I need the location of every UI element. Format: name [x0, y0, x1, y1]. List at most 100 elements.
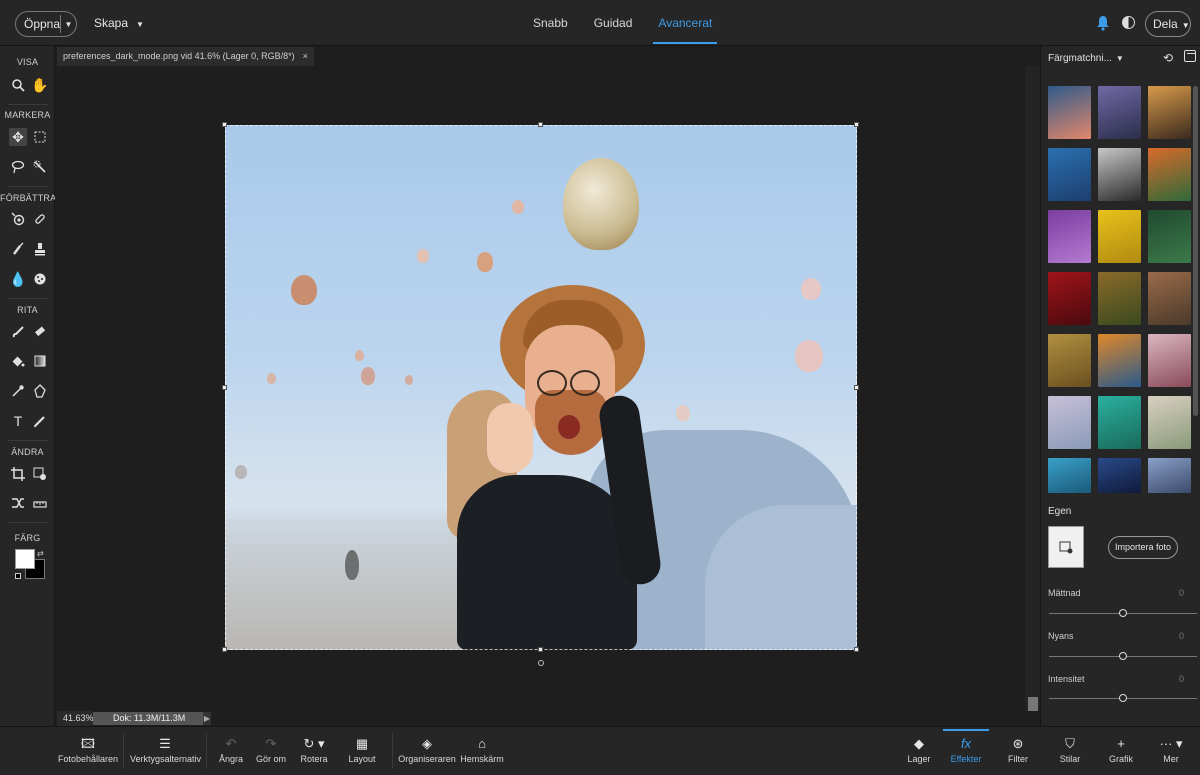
default-colors-icon[interactable]: [15, 573, 21, 579]
eraser-tool-icon[interactable]: [31, 323, 49, 341]
graphics-button[interactable]: + Grafik: [1104, 727, 1138, 775]
color-match-preset-thumbnail[interactable]: [1148, 272, 1191, 325]
color-match-preset-thumbnail[interactable]: [1148, 148, 1191, 201]
hue-slider-knob[interactable]: [1119, 652, 1127, 660]
healing-brush-tool-icon[interactable]: [31, 210, 49, 228]
color-match-preset-thumbnail[interactable]: [1098, 210, 1141, 263]
panel-title[interactable]: Färgmatchni...: [1048, 53, 1112, 64]
tab-guided[interactable]: Guidad: [581, 0, 646, 46]
blur-tool-icon[interactable]: 💧: [9, 270, 27, 288]
transform-handle[interactable]: [538, 647, 543, 652]
home-screen-button[interactable]: ⌂ Hemskärm: [460, 727, 504, 775]
straighten-tool-icon[interactable]: [31, 494, 49, 512]
transform-handle[interactable]: [854, 385, 859, 390]
color-match-preset-thumbnail[interactable]: [1098, 458, 1141, 493]
layout-button[interactable]: ▦ Layout: [344, 727, 380, 775]
smart-brush-tool-icon[interactable]: [9, 240, 27, 258]
type-tool-icon[interactable]: T: [9, 412, 27, 430]
foreground-color-swatch[interactable]: [15, 549, 35, 569]
chevron-down-icon[interactable]: ▼: [1182, 21, 1190, 30]
color-match-preset-thumbnail[interactable]: [1048, 272, 1091, 325]
color-match-dropdown[interactable]: Färgmatchni... ▼: [1048, 53, 1124, 64]
color-match-preset-thumbnail[interactable]: [1098, 272, 1141, 325]
zoom-tool-icon[interactable]: [9, 76, 27, 94]
color-match-preset-thumbnail[interactable]: [1048, 458, 1091, 493]
gradient-tool-icon[interactable]: [31, 352, 49, 370]
transform-bounding-box[interactable]: [225, 125, 857, 650]
crop-tool-icon[interactable]: [9, 465, 27, 483]
rotate-handle[interactable]: [538, 660, 544, 666]
color-match-preset-thumbnail[interactable]: [1048, 334, 1091, 387]
undo-button[interactable]: ↶ Ångra: [214, 727, 248, 775]
color-match-preset-thumbnail[interactable]: [1148, 396, 1191, 449]
transform-handle[interactable]: [854, 122, 859, 127]
redo-button[interactable]: ↷ Gör om: [254, 727, 288, 775]
panel-scrollbar[interactable]: [1193, 86, 1198, 416]
brush-tool-icon[interactable]: [9, 323, 27, 341]
pencil-tool-icon[interactable]: [31, 412, 49, 430]
color-match-preset-thumbnail[interactable]: [1048, 210, 1091, 263]
color-match-preset-thumbnail[interactable]: [1098, 148, 1141, 201]
panel-menu-icon[interactable]: [1184, 50, 1196, 62]
document-tab-title[interactable]: preferences_dark_mode.png vid 41.6% (Lag…: [63, 47, 295, 66]
color-match-preset-thumbnail[interactable]: [1048, 148, 1091, 201]
share-button[interactable]: Dela ▼: [1145, 11, 1191, 37]
open-button[interactable]: Öppna ▼: [15, 11, 77, 37]
styles-button[interactable]: ⛉ Stilar: [1054, 727, 1086, 775]
swap-colors-icon[interactable]: ⇄: [37, 549, 44, 558]
share-button-label[interactable]: Dela: [1153, 17, 1178, 31]
sponge-tool-icon[interactable]: [31, 270, 49, 288]
add-own-photo-button[interactable]: [1048, 526, 1084, 568]
chevron-down-icon[interactable]: ▼: [61, 20, 76, 29]
effects-button[interactable]: fx Effekter: [943, 727, 989, 775]
reset-icon[interactable]: ⟲: [1163, 51, 1173, 65]
color-match-preset-thumbnail[interactable]: [1148, 458, 1191, 493]
scrollbar-thumb[interactable]: [1028, 697, 1038, 711]
transform-handle[interactable]: [854, 647, 859, 652]
rotate-button[interactable]: ↻ ▾ Rotera: [296, 727, 332, 775]
transform-handle[interactable]: [222, 385, 227, 390]
photo-bin-button[interactable]: 🖾 Fotobehållaren: [58, 727, 118, 775]
vertical-scrollbar[interactable]: [1025, 66, 1040, 711]
eyedropper-tool-icon[interactable]: [9, 382, 27, 400]
open-button-label[interactable]: Öppna: [16, 17, 60, 31]
chevron-right-icon[interactable]: ▶: [203, 712, 211, 725]
color-match-preset-thumbnail[interactable]: [1148, 210, 1191, 263]
saturation-slider-knob[interactable]: [1119, 609, 1127, 617]
tab-quick[interactable]: Snabb: [520, 0, 581, 46]
tool-options-button[interactable]: ☰ Verktygsalternativ: [130, 727, 201, 775]
document-tab[interactable]: preferences_dark_mode.png vid 41.6% (Lag…: [57, 47, 314, 66]
color-match-preset-thumbnail[interactable]: [1098, 334, 1141, 387]
bell-icon[interactable]: [1096, 15, 1110, 31]
more-button[interactable]: ··· ▾ Mer: [1154, 727, 1188, 775]
close-icon[interactable]: ×: [303, 47, 308, 66]
tab-advanced[interactable]: Avancerat: [645, 0, 725, 46]
clone-stamp-tool-icon[interactable]: [31, 240, 49, 258]
chevron-down-icon[interactable]: ▼: [1116, 54, 1124, 63]
color-match-preset-thumbnail[interactable]: [1048, 86, 1091, 139]
content-aware-move-tool-icon[interactable]: [9, 494, 27, 512]
color-match-preset-thumbnail[interactable]: [1098, 396, 1141, 449]
layers-button[interactable]: ◆ Lager: [903, 727, 935, 775]
filter-button[interactable]: ⊛ Filter: [1002, 727, 1034, 775]
marquee-tool-icon[interactable]: [31, 128, 49, 146]
theme-contrast-icon[interactable]: [1122, 16, 1135, 29]
import-photo-button[interactable]: Importera foto: [1108, 536, 1178, 559]
quick-selection-tool-icon[interactable]: [31, 158, 49, 176]
hand-tool-icon[interactable]: ✋: [31, 76, 49, 94]
color-match-preset-thumbnail[interactable]: [1048, 396, 1091, 449]
transform-handle[interactable]: [538, 122, 543, 127]
color-match-preset-thumbnail[interactable]: [1098, 86, 1141, 139]
recompose-tool-icon[interactable]: [31, 465, 49, 483]
custom-shape-tool-icon[interactable]: [31, 382, 49, 400]
lasso-tool-icon[interactable]: [9, 158, 27, 176]
color-match-preset-thumbnail[interactable]: [1148, 334, 1191, 387]
color-match-preset-thumbnail[interactable]: [1148, 86, 1191, 139]
zoom-level[interactable]: 41.63%: [57, 711, 94, 726]
organizer-button[interactable]: ◈ Organiseraren: [398, 727, 456, 775]
create-button[interactable]: Skapa ▼: [94, 16, 144, 30]
chevron-down-icon[interactable]: ▼: [136, 20, 144, 29]
paint-bucket-tool-icon[interactable]: [9, 352, 27, 370]
transform-handle[interactable]: [222, 647, 227, 652]
transform-handle[interactable]: [222, 122, 227, 127]
